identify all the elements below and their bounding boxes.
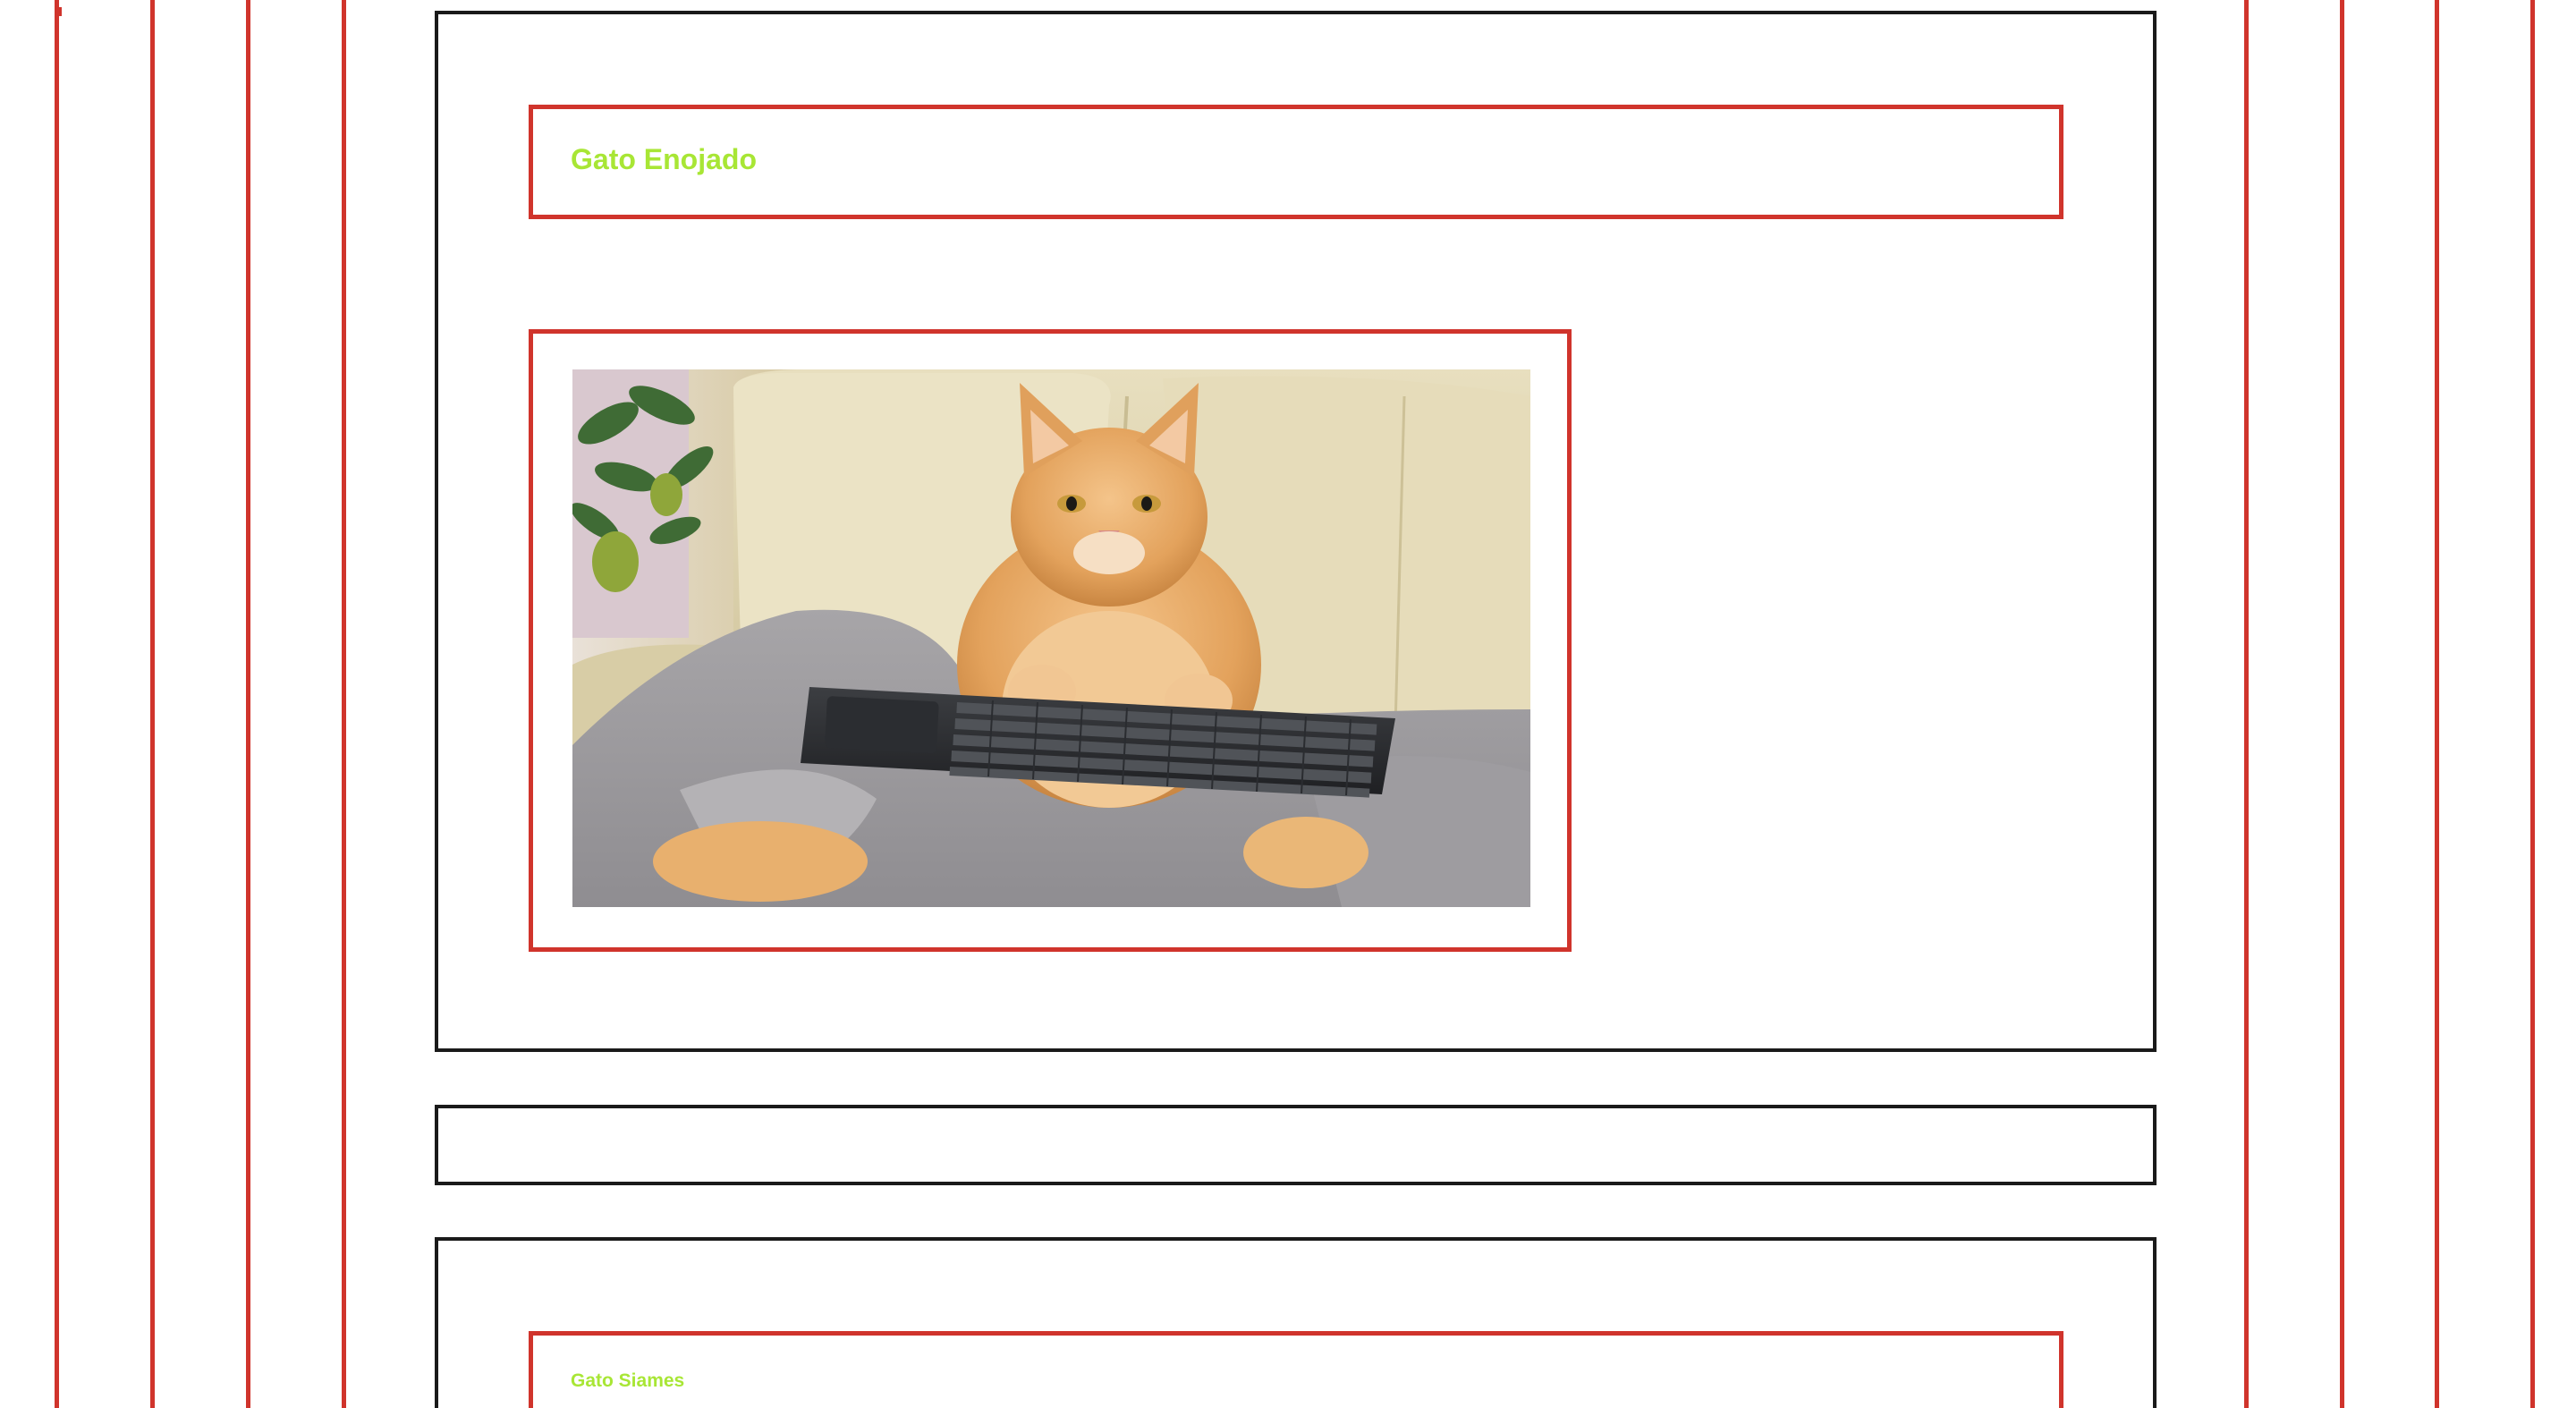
card-1-title: Gato Enojado: [571, 143, 757, 175]
left-outline-1: [55, 0, 59, 1408]
page: Gato Enojado Gato Siames: [0, 0, 2576, 1408]
card-3-title: Gato Siames: [571, 1370, 685, 1391]
right-outline-1: [2244, 0, 2249, 1408]
cat-photo: [572, 369, 1530, 907]
left-outline-2: [150, 0, 155, 1408]
right-outline-3: [2435, 0, 2439, 1408]
card-1-title-box: [529, 105, 2063, 219]
right-outline-4: [2530, 0, 2535, 1408]
card-3-title-box: [529, 1331, 2063, 1408]
right-outline-2: [2340, 0, 2344, 1408]
left-outline-4: [342, 0, 346, 1408]
corner-mark: [56, 7, 62, 16]
left-outline-3: [246, 0, 250, 1408]
cat-card-2: [435, 1105, 2157, 1185]
